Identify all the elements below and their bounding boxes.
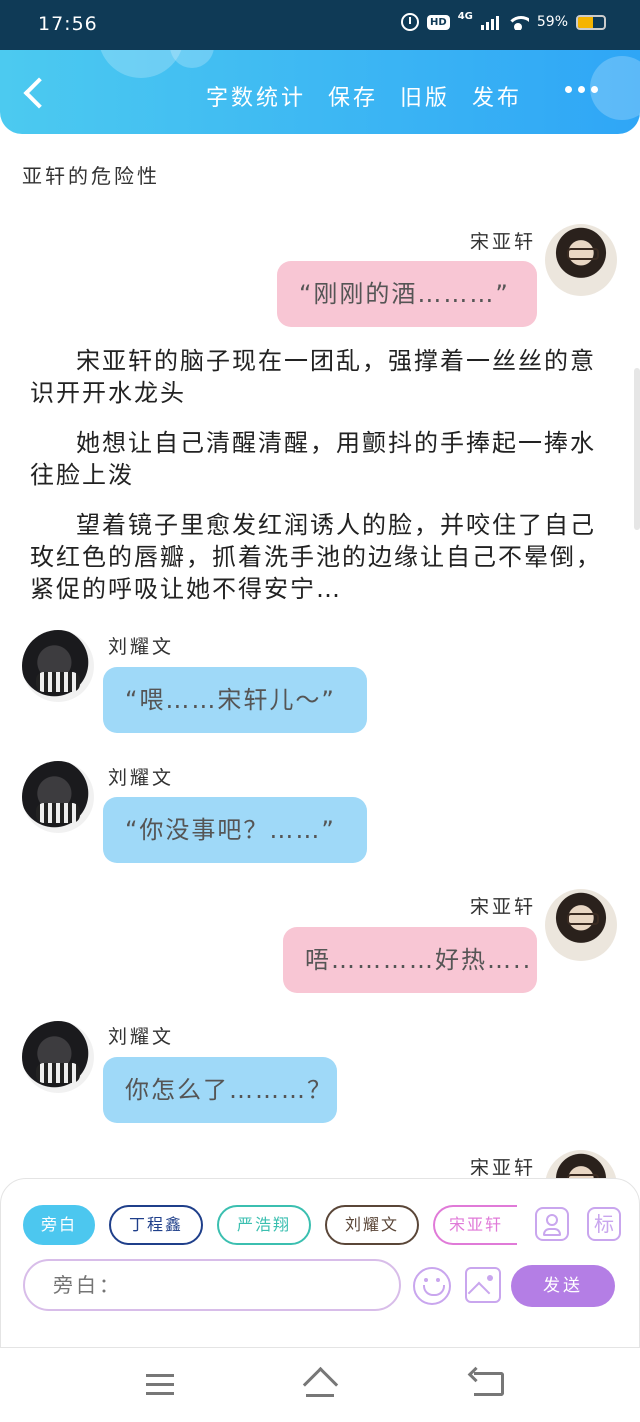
avatar[interactable] xyxy=(545,224,617,296)
battery-fill xyxy=(578,16,594,28)
old-version-button[interactable]: 旧版 xyxy=(400,80,450,112)
editor-header: 字数统计 保存 旧版 发布 xyxy=(0,50,640,134)
message-bubble[interactable]: 唔…………好热….. xyxy=(283,927,537,993)
scrollbar[interactable] xyxy=(634,368,640,530)
sender-name: 刘耀文 xyxy=(108,1026,175,1048)
status-icons: HD 4G 59% xyxy=(401,10,606,31)
back-nav-icon[interactable] xyxy=(474,1372,504,1396)
role-manage-button[interactable] xyxy=(535,1207,569,1241)
message-bubble[interactable]: “刚刚的酒………” xyxy=(277,261,537,327)
home-icon[interactable] xyxy=(302,1368,338,1398)
avatar[interactable] xyxy=(22,761,94,833)
narration-paragraph[interactable]: 宋亚轩的脑子现在一团乱，强撑着一丝丝的意识开开水龙头 xyxy=(30,345,610,409)
message-bubble[interactable]: “你没事吧？……” xyxy=(103,797,367,863)
more-options-button[interactable] xyxy=(565,86,598,93)
status-bar: 17:56 HD 4G 59% xyxy=(0,0,640,50)
wifi-icon xyxy=(506,14,529,30)
message-input[interactable] xyxy=(23,1259,401,1311)
sender-name: 宋亚轩 xyxy=(470,896,537,918)
role-chip-ding-chengxin[interactable]: 丁程鑫 xyxy=(109,1205,203,1245)
document-title[interactable]: 亚轩的危险性 xyxy=(22,160,160,189)
send-button[interactable]: 发送 xyxy=(511,1265,615,1307)
hd-icon: HD xyxy=(427,14,450,30)
publish-button[interactable]: 发布 xyxy=(472,80,522,112)
narration-paragraph[interactable]: 她想让自己清醒清醒，用颤抖的手捧起一捧水往脸上泼 xyxy=(30,427,610,491)
word-count-button[interactable]: 字数统计 xyxy=(206,80,306,112)
battery-percent: 59% xyxy=(536,14,568,30)
status-time: 17:56 xyxy=(38,13,98,35)
avatar[interactable] xyxy=(545,889,617,961)
back-button[interactable] xyxy=(18,76,52,110)
header-menu: 字数统计 保存 旧版 发布 xyxy=(206,80,522,112)
save-button[interactable]: 保存 xyxy=(328,80,378,112)
avatar[interactable] xyxy=(22,630,94,702)
role-chip-narrator[interactable]: 旁白 xyxy=(23,1205,95,1245)
sender-name: 宋亚轩 xyxy=(470,1157,537,1179)
role-chip-yan-haoxiang[interactable]: 严浩翔 xyxy=(217,1205,311,1245)
narration-paragraph[interactable]: 望着镜子里愈发红润诱人的脸，并咬住了自己玫红色的唇瓣，抓着洗手池的边缘让自己不晕… xyxy=(30,509,610,605)
network-type: 4G xyxy=(457,10,473,22)
role-chip-liu-yaowen[interactable]: 刘耀文 xyxy=(325,1205,419,1245)
emoji-icon[interactable] xyxy=(413,1267,451,1305)
sender-name: 刘耀文 xyxy=(108,767,175,789)
avatar[interactable] xyxy=(22,1021,94,1093)
system-nav-bar xyxy=(0,1348,640,1422)
sender-name: 刘耀文 xyxy=(108,636,175,658)
signal-icon xyxy=(480,14,499,30)
person-icon xyxy=(546,1214,558,1226)
battery-icon xyxy=(576,14,606,30)
recents-icon[interactable] xyxy=(146,1374,174,1396)
tag-button[interactable]: 标 xyxy=(587,1207,621,1241)
message-bubble[interactable]: “喂……宋轩儿～” xyxy=(103,667,367,733)
alarm-icon xyxy=(401,13,420,31)
role-chip-song-yaxuan[interactable]: 宋亚轩 xyxy=(433,1205,517,1245)
header-decoration xyxy=(170,50,214,68)
sender-name: 宋亚轩 xyxy=(470,231,537,253)
image-icon[interactable] xyxy=(465,1267,501,1303)
composer-panel: 旁白 丁程鑫 严浩翔 刘耀文 宋亚轩 标 发送 xyxy=(0,1178,640,1348)
message-bubble[interactable]: 你怎么了………？ xyxy=(103,1057,337,1123)
